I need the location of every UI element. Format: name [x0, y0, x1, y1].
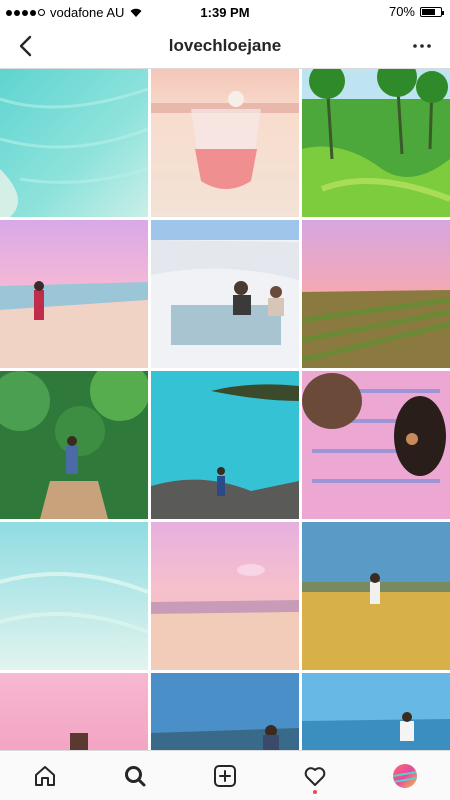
status-bar: vodafone AU 1:39 PM 70%: [0, 0, 450, 24]
photo-tile[interactable]: [151, 522, 299, 670]
home-icon: [35, 765, 55, 786]
status-right: 70%: [388, 4, 444, 19]
photo-tile[interactable]: [0, 69, 148, 217]
add-icon: [214, 764, 236, 787]
battery-icon: [420, 6, 444, 17]
photo-tile[interactable]: [302, 69, 450, 217]
photo-tile[interactable]: [302, 522, 450, 670]
photo-tile[interactable]: [302, 220, 450, 368]
search-icon: [125, 765, 146, 786]
more-icon: [413, 44, 431, 48]
more-options-button[interactable]: [408, 34, 436, 58]
tab-search[interactable]: [115, 756, 155, 796]
photo-tile[interactable]: [151, 220, 299, 368]
photo-tile[interactable]: [0, 673, 148, 750]
battery-percent: 70%: [388, 4, 415, 19]
photo-tile[interactable]: [302, 673, 450, 750]
tab-activity[interactable]: [295, 756, 335, 796]
photo-tile[interactable]: [151, 371, 299, 519]
notification-dot: [313, 789, 317, 794]
bottom-tab-bar: [0, 750, 450, 800]
photo-tile[interactable]: [0, 220, 148, 368]
navigation-bar: lovechloejane: [0, 24, 450, 69]
photo-tile[interactable]: [151, 69, 299, 217]
photo-grid: [0, 69, 450, 750]
photo-tile[interactable]: [151, 673, 299, 750]
photo-tile[interactable]: [0, 371, 148, 519]
tab-add[interactable]: [205, 756, 245, 796]
tab-profile[interactable]: [385, 756, 425, 796]
tab-home[interactable]: [25, 756, 65, 796]
photo-tile[interactable]: [0, 522, 148, 670]
profile-avatar: [393, 763, 417, 788]
page-title: lovechloejane: [168, 36, 282, 55]
heart-icon: [304, 766, 326, 786]
status-time: 1:39 PM: [200, 5, 250, 20]
photo-tile[interactable]: [302, 371, 450, 519]
